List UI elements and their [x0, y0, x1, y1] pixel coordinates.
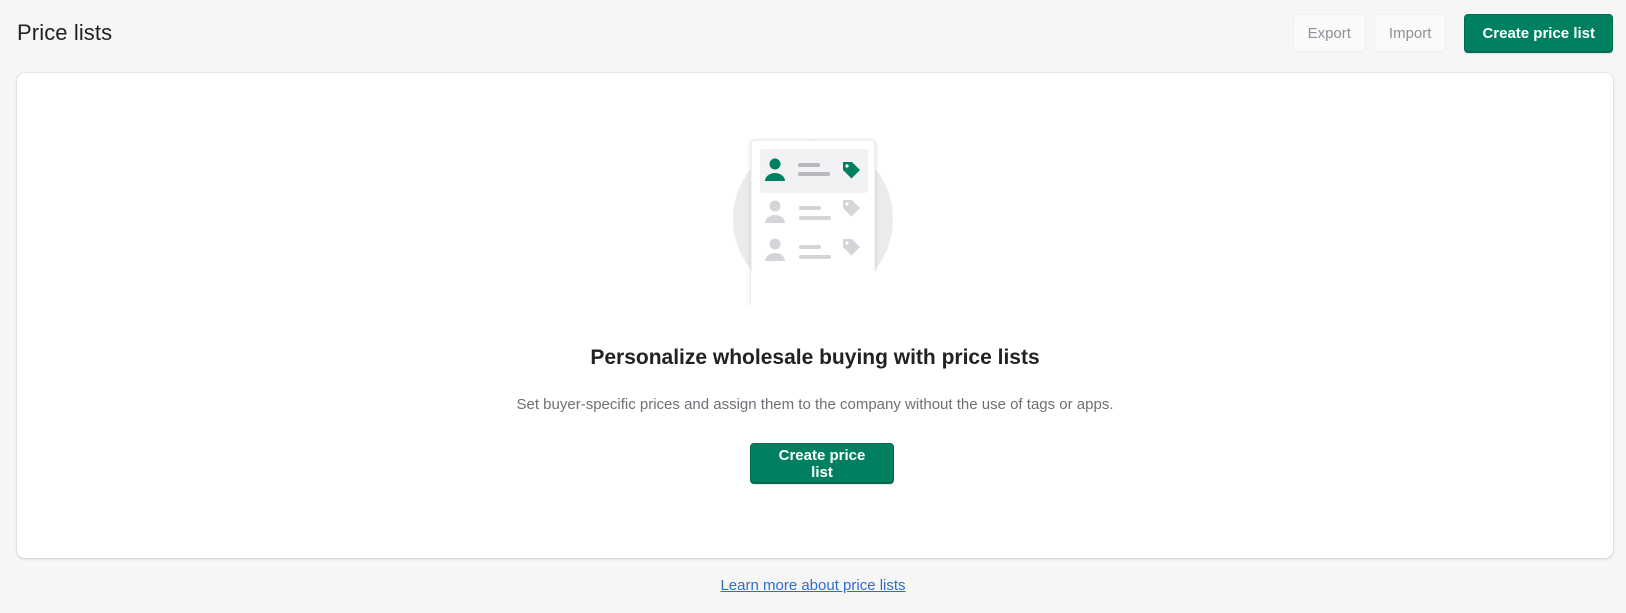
line-icon: [798, 172, 830, 176]
line-icon: [799, 255, 831, 259]
line-icon: [798, 163, 820, 167]
price-lists-page: Price lists Export Import Create price l…: [0, 0, 1626, 613]
create-price-list-button[interactable]: Create price list: [1464, 13, 1613, 53]
line-icon: [799, 245, 821, 249]
price-list-illustration: [733, 139, 893, 305]
illustration-fade: [751, 271, 881, 305]
page-title: Price lists: [17, 20, 113, 45]
line-icon: [799, 206, 821, 210]
line-icon: [799, 216, 831, 220]
import-button[interactable]: Import: [1373, 14, 1447, 52]
page-header: Price lists Export Import Create price l…: [17, 13, 1613, 53]
header-actions: Export Import Create price list: [1292, 13, 1613, 53]
export-button[interactable]: Export: [1292, 14, 1366, 52]
empty-state-description: Set buyer-specific prices and assign the…: [516, 396, 1114, 413]
empty-state-heading: Personalize wholesale buying with price …: [590, 346, 1040, 369]
empty-state-card: Personalize wholesale buying with price …: [17, 73, 1613, 558]
learn-more-link[interactable]: Learn more about price lists: [0, 577, 1626, 594]
create-price-list-cta-button[interactable]: Create price list: [750, 443, 894, 484]
